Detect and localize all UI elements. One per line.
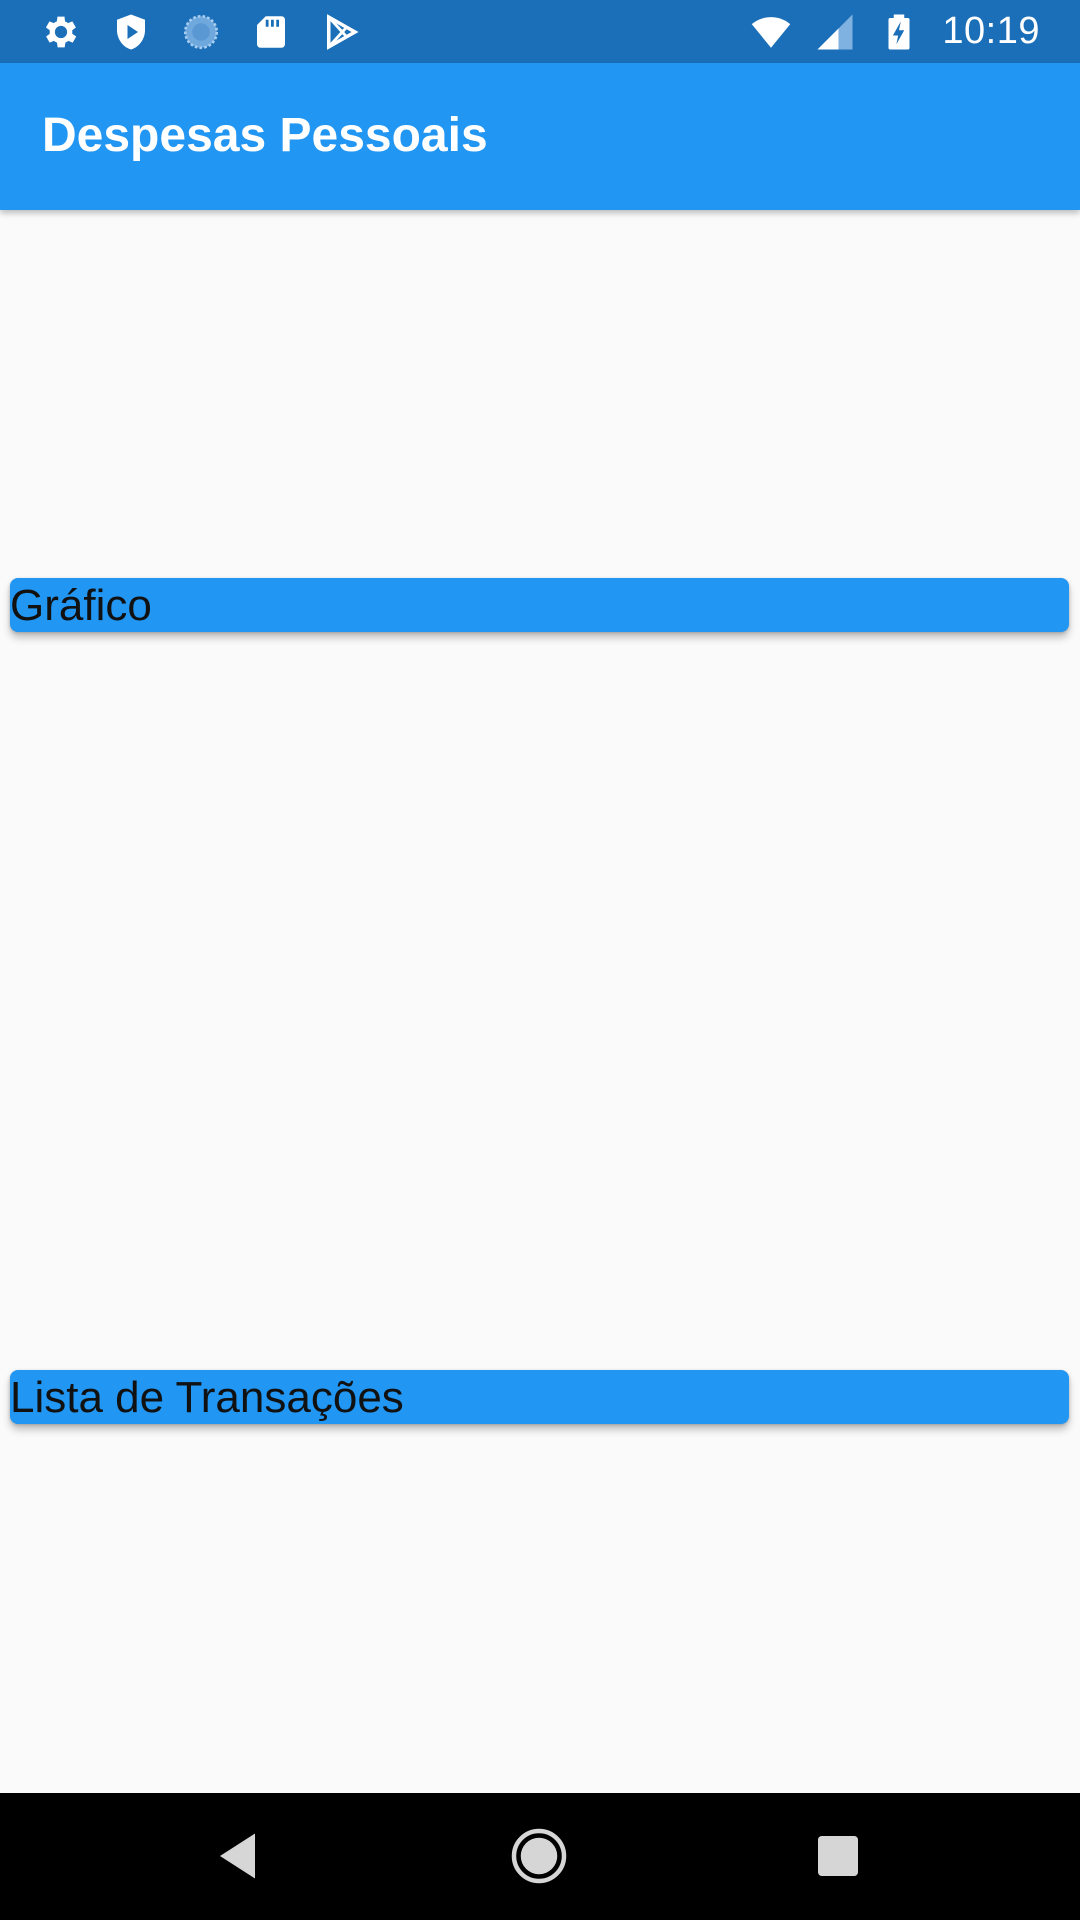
battery-charging-icon <box>878 11 920 53</box>
navigation-bar <box>0 1793 1080 1920</box>
status-right-icons: 10:19 <box>750 0 1040 63</box>
app-bar: Despesas Pessoais <box>0 63 1080 210</box>
sd-card-icon <box>250 11 292 53</box>
status-bar: 10:19 <box>0 0 1080 63</box>
back-icon <box>210 1826 270 1886</box>
transaction-list-card: Lista de Transações <box>10 1370 1069 1424</box>
status-time: 10:19 <box>942 10 1040 52</box>
wifi-icon <box>750 11 792 53</box>
settings-icon <box>40 11 82 53</box>
chart-card-label: Gráfico <box>10 581 152 630</box>
cell-signal-icon <box>814 11 856 53</box>
loading-circle-icon <box>180 11 222 53</box>
recents-button[interactable] <box>803 1821 873 1891</box>
status-left-icons <box>40 0 362 63</box>
back-button[interactable] <box>205 1821 275 1891</box>
transaction-list-label: Lista de Transações <box>10 1373 404 1422</box>
app-title: Despesas Pessoais <box>42 109 488 162</box>
home-icon <box>509 1826 569 1886</box>
recents-icon <box>808 1826 868 1886</box>
play-store-icon <box>320 11 362 53</box>
screen: 10:19 Despesas Pessoais Gráfico Lista de… <box>0 0 1080 1920</box>
shield-play-icon <box>110 11 152 53</box>
chart-card: Gráfico <box>10 578 1069 632</box>
home-button[interactable] <box>504 1821 574 1891</box>
